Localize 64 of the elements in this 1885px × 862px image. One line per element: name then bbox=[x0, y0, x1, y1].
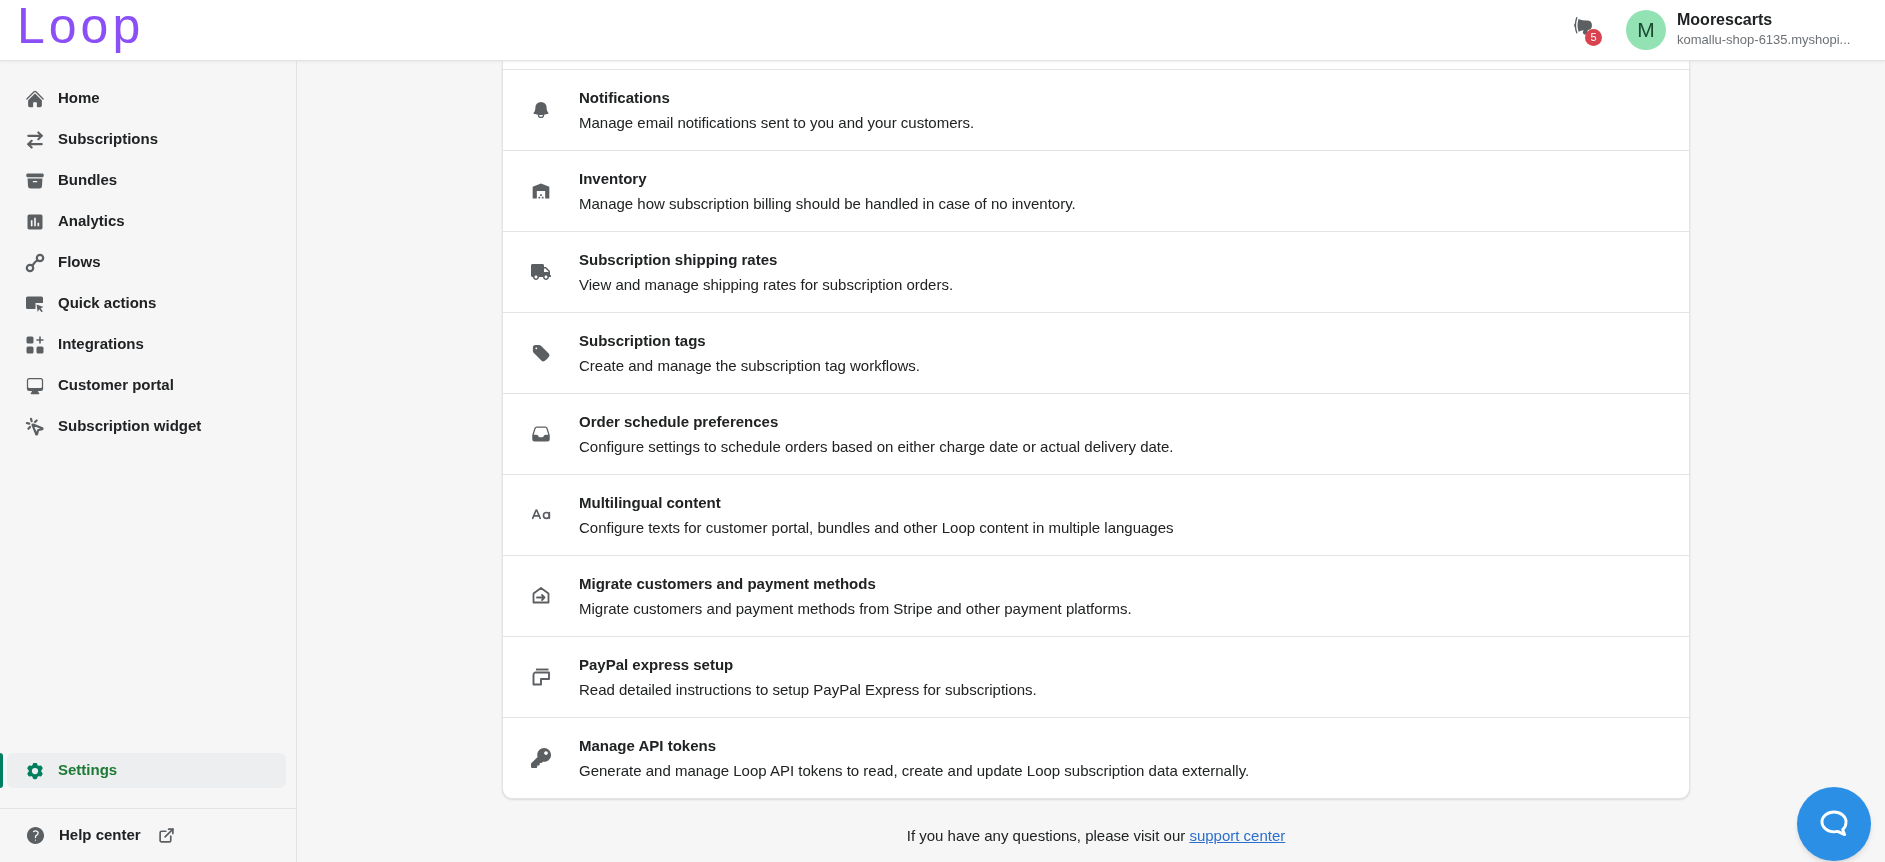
house-arrow-icon bbox=[531, 586, 551, 606]
help-icon bbox=[25, 825, 46, 846]
settings-row[interactable]: Multilingual content Configure texts for customer portal, bundles and other Loop content in multiple languages bbox=[503, 474, 1689, 555]
settings-icon bbox=[25, 760, 45, 781]
card-stack-icon bbox=[531, 667, 551, 687]
row-description: Manage how subscription billing should be handled in case of no inventory. bbox=[579, 194, 1076, 214]
swap-arrows-icon bbox=[25, 129, 45, 150]
row-title: PayPal express setup bbox=[579, 655, 735, 675]
settings-row[interactable]: Subscription tags Create and manage the subscription tag workflows. bbox=[503, 312, 1689, 393]
settings-row[interactable]: Manage API tokens Generate and manage Loop API tokens to read, create and update Loop subscription data externally. bbox=[503, 717, 1689, 798]
row-description: Configure settings to schedule orders based on either charge date or actual delivery date. bbox=[579, 437, 1174, 457]
row-title: Subscription tags bbox=[579, 331, 707, 351]
row-description: Manage email notifications sent to you and your customers. bbox=[579, 113, 975, 133]
shop-domain: komallu-shop-6135.myshopi... bbox=[1677, 31, 1852, 49]
settings-row[interactable]: PayPal express setup Read detailed instructions to setup PayPal Express for subscriptions. bbox=[503, 636, 1689, 717]
row-title: Subscription shipping rates bbox=[579, 250, 779, 270]
row-description: Generate and manage Loop API tokens to read, create and update Loop subscription data externally. bbox=[579, 761, 1250, 781]
row-title: Inventory bbox=[579, 169, 648, 189]
help-center-link[interactable]: Help center bbox=[25, 824, 175, 847]
settings-row[interactable]: Order schedule preferences Configure settings to schedule orders based on either charge date or actual delivery date. bbox=[503, 393, 1689, 474]
row-title: Order schedule preferences bbox=[579, 412, 780, 432]
monitor-icon bbox=[25, 375, 45, 396]
sidebar-nav-item[interactable]: Quick actions bbox=[7, 286, 286, 321]
row-description: View and manage shipping rates for subscription orders. bbox=[579, 275, 954, 295]
sidebar-nav-item[interactable]: Home bbox=[7, 81, 286, 116]
home-icon bbox=[25, 88, 45, 109]
truck-icon bbox=[531, 262, 551, 282]
row-description: Configure texts for customer portal, bundles and other Loop content in multiple languages bbox=[579, 518, 1174, 538]
settings-row[interactable]: Subscription shipping rates View and manage shipping rates for subscription orders. bbox=[503, 231, 1689, 312]
sidebar-nav-item[interactable]: Settings bbox=[7, 753, 286, 788]
logo[interactable]: Loop bbox=[17, 1, 145, 51]
sidebar-nav-item[interactable]: Integrations bbox=[7, 327, 286, 362]
settings-row[interactable]: Migrate customers and payment methods Migrate customers and payment methods from Stripe and other payment platforms. bbox=[503, 555, 1689, 636]
settings-row[interactable]: Notifications Manage email notifications sent to you and your customers. bbox=[503, 69, 1689, 150]
connected-circles-icon bbox=[25, 252, 45, 273]
sparkle-cursor-icon bbox=[25, 416, 45, 437]
support-center-link[interactable]: support center bbox=[1189, 827, 1286, 844]
notification-badge: 5 bbox=[1585, 29, 1602, 46]
sidebar-nav-item[interactable]: Flows bbox=[7, 245, 286, 280]
bell-icon bbox=[531, 100, 551, 120]
row-title: Notifications bbox=[579, 88, 671, 108]
chat-button[interactable] bbox=[1797, 787, 1871, 861]
sidebar-nav-item[interactable]: Bundles bbox=[7, 163, 286, 198]
tag-icon bbox=[531, 343, 551, 363]
settings-row[interactable]: Inventory Manage how subscription billing should be handled in case of no inventory. bbox=[503, 150, 1689, 231]
key-icon bbox=[531, 748, 551, 768]
row-description: Migrate customers and payment methods from Stripe and other payment platforms. bbox=[579, 599, 1132, 619]
row-title: Manage API tokens bbox=[579, 736, 717, 756]
active-indicator bbox=[0, 753, 3, 788]
external-link-icon bbox=[157, 827, 175, 844]
sidebar-nav-item[interactable]: Subscriptions bbox=[7, 122, 286, 157]
row-title: Multilingual content bbox=[579, 493, 722, 513]
apps-grid-icon bbox=[25, 334, 45, 355]
avatar[interactable]: M bbox=[1626, 10, 1666, 50]
account-name: Moorescarts bbox=[1677, 10, 1774, 30]
row-description: Create and manage the subscription tag workflows. bbox=[579, 356, 920, 376]
sidebar-nav-item[interactable]: Analytics bbox=[7, 204, 286, 239]
row-description: Read detailed instructions to setup PayPal Express for subscriptions. bbox=[579, 680, 1037, 700]
sidebar-nav-item[interactable]: Customer portal bbox=[7, 368, 286, 403]
warehouse-icon bbox=[531, 181, 551, 201]
inbox-icon bbox=[531, 424, 551, 444]
support-footer-text: If you have any questions, please visit our support center bbox=[905, 826, 1287, 846]
row-title: Migrate customers and payment methods bbox=[579, 574, 877, 594]
sidebar-nav-item[interactable]: Subscription widget bbox=[7, 409, 286, 444]
